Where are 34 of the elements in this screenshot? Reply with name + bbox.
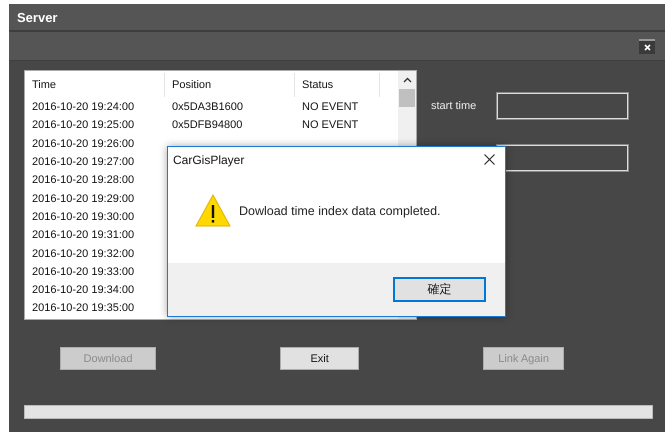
table-cell-text: NO EVENT	[301, 101, 360, 114]
table-cell-text: 2016-10-20 19:32:00	[31, 248, 136, 260]
scroll-up-icon[interactable]	[402, 77, 412, 83]
column-header: Status	[295, 73, 380, 97]
input-field[interactable]	[497, 145, 628, 171]
input-field[interactable]	[497, 93, 628, 119]
close-icon	[644, 44, 650, 50]
action-button[interactable]: Exit	[280, 347, 360, 370]
window-title: Server	[17, 10, 58, 24]
dialog-message: Dowload time index data completed.	[239, 204, 441, 218]
table-cell-text: 2016-10-20 19:25:00	[31, 119, 136, 132]
dialog-title: CarGisPlayer	[173, 152, 244, 166]
field-label: start time	[431, 100, 478, 112]
table-cell-text: 2016-10-20 19:26:00	[31, 138, 136, 150]
table-cell-text: 0x5DA3B1600	[171, 101, 244, 114]
table-cell-text: 2016-10-20 19:35:00	[31, 302, 136, 314]
table-cell-text: 0x5DFB94800	[171, 119, 244, 132]
close-icon	[484, 154, 495, 165]
table-cell-text: 2016-10-20 19:28:00	[31, 174, 136, 186]
scroll-thumb[interactable]	[399, 89, 415, 107]
table-cell-text: NO EVENT	[301, 119, 360, 132]
column-header: Time	[25, 73, 165, 97]
table-cell-text: 2016-10-20 19:33:00	[31, 266, 136, 278]
table-cell-text: 2016-10-20 19:27:00	[31, 156, 136, 168]
table-cell-text: 2016-10-20 19:29:00	[31, 192, 136, 205]
table-cell-text: 2016-10-20 19:34:00	[31, 284, 136, 296]
ok-button[interactable]: 確定	[393, 277, 486, 302]
table-cell-text: 2016-10-20 19:24:00	[31, 101, 136, 114]
close-button[interactable]	[483, 153, 496, 166]
table-cell-text: 2016-10-20 19:30:00	[31, 210, 136, 223]
table-cell-text: 2016-10-20 19:31:00	[31, 229, 136, 242]
close-button[interactable]	[639, 38, 655, 54]
warning-icon	[195, 194, 231, 227]
column-header: Position	[165, 73, 295, 97]
